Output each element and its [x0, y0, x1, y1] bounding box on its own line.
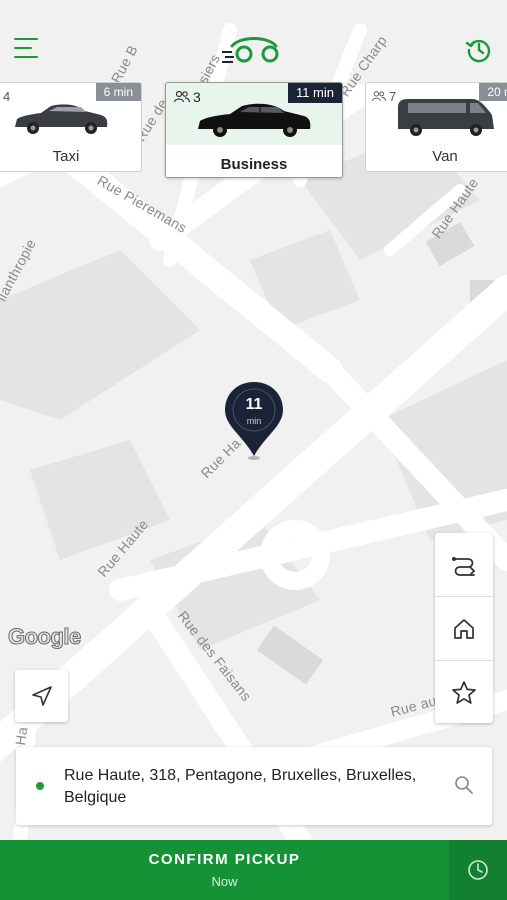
- search-icon[interactable]: [454, 775, 474, 795]
- star-icon: [452, 680, 476, 704]
- navigation-arrow-icon: [31, 686, 52, 706]
- pin-eta-unit: min: [246, 416, 262, 426]
- vehicle-name: Van: [432, 148, 458, 165]
- confirm-pickup-label: CONFIRM PICKUP: [148, 851, 301, 868]
- schedule-button[interactable]: [449, 840, 507, 900]
- passenger-count: 4: [3, 89, 10, 104]
- pin-eta-value: 11: [245, 396, 263, 413]
- passenger-count: 7: [372, 89, 396, 104]
- sedan-icon: [15, 104, 108, 134]
- vehicle-card-business[interactable]: 3 11 min Business: [165, 82, 343, 178]
- vehicle-card-taxi[interactable]: 4 6 min Taxi: [0, 82, 142, 172]
- vehicle-card-van[interactable]: 7 20 m Van: [365, 82, 507, 172]
- van-icon: [398, 99, 494, 136]
- favorites-button[interactable]: [435, 661, 493, 724]
- my-location-button[interactable]: [15, 670, 68, 722]
- top-bar: [0, 0, 507, 82]
- hamburger-icon: [14, 38, 38, 40]
- pickup-pin[interactable]: 11 min: [223, 380, 285, 460]
- confirm-pickup-time: Now: [211, 874, 238, 889]
- passengers-icon: [372, 91, 386, 102]
- menu-button[interactable]: [14, 36, 42, 62]
- car-logo-icon: [222, 37, 279, 63]
- home-button[interactable]: [435, 597, 493, 660]
- hamburger-icon-line: [14, 56, 38, 58]
- vehicle-name: Taxi: [52, 148, 80, 165]
- vehicle-selector: 4 6 min Taxi 3 11 min Business 7 20 Van: [0, 82, 507, 180]
- history-icon[interactable]: [466, 37, 492, 63]
- home-icon: [454, 618, 474, 639]
- pickup-address: Rue Haute, 318, Pentagone, Bruxelles, Br…: [64, 767, 417, 806]
- route-icon: [452, 556, 476, 576]
- passengers-icon: [174, 91, 190, 103]
- quick-actions: [435, 533, 493, 723]
- pickup-dot-icon: [36, 782, 44, 790]
- hamburger-icon-line: [14, 47, 32, 49]
- passenger-count-value: 4: [3, 89, 11, 104]
- vehicle-name: Business: [220, 156, 288, 173]
- route-button[interactable]: [435, 533, 493, 596]
- business-car-icon: [198, 103, 311, 137]
- clock-icon: [468, 860, 488, 880]
- pickup-address-field[interactable]: Rue Haute, 318, Pentagone, Bruxelles, Br…: [16, 747, 492, 825]
- confirm-pickup-button[interactable]: CONFIRM PICKUP Now: [0, 840, 449, 900]
- street-label: Ha: [12, 725, 31, 747]
- google-attribution: Google: [8, 624, 82, 650]
